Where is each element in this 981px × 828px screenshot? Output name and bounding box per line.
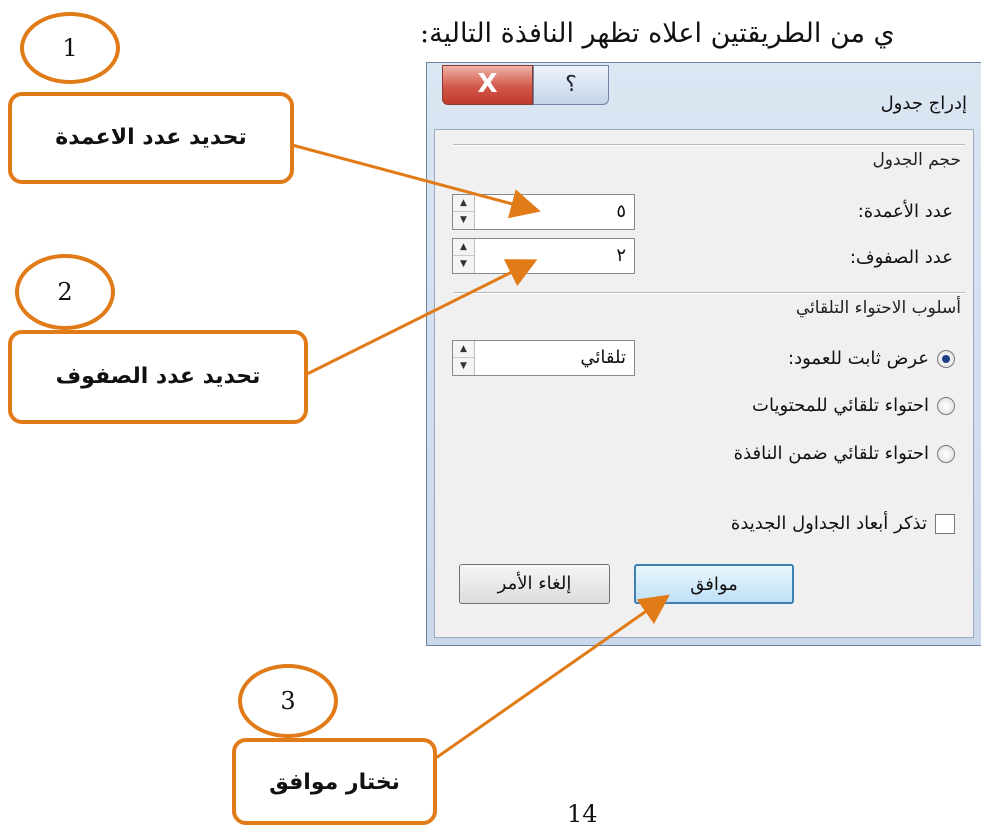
dialog-titlebar: X ؟ إدراج جدول: [427, 63, 981, 127]
rows-spinner[interactable]: ▲ ▼ ٢: [452, 238, 635, 274]
instruction-text: ي من الطريقتين اعلاه تظهر النافذة التالي…: [420, 18, 895, 49]
spin-arrows[interactable]: ▲ ▼: [453, 195, 475, 229]
autofit-window-label: احتواء تلقائي ضمن النافذة: [733, 443, 929, 464]
fixed-width-radio[interactable]: [937, 349, 955, 368]
fixed-width-label: عرض ثابت للعمود:: [788, 348, 929, 369]
columns-label: عدد الأعمدة:: [857, 201, 953, 222]
insert-table-dialog: X ؟ إدراج جدول حجم الجدول عدد الأعمدة: ▲…: [426, 62, 981, 646]
autofit-heading: أسلوب الاحتواء التلقائي: [795, 298, 961, 318]
columns-value: ٥: [616, 201, 626, 222]
autofit-contents-label: احتواء تلقائي للمحتويات: [752, 395, 929, 416]
spin-down-icon[interactable]: ▼: [453, 256, 474, 273]
spin-arrows[interactable]: ▲ ▼: [453, 341, 475, 375]
columns-spinner[interactable]: ▲ ▼ ٥: [452, 194, 635, 230]
section-divider: [453, 292, 965, 294]
column-width-spinner[interactable]: ▲ ▼ تلقائي: [452, 340, 635, 376]
callout-columns: تحديد عدد الاعمدة: [8, 92, 294, 184]
table-size-heading: حجم الجدول: [872, 150, 961, 170]
autofit-contents-radio[interactable]: [937, 396, 955, 415]
rows-label: عدد الصفوف:: [849, 247, 953, 268]
callout-number-2: 2: [15, 254, 115, 330]
callout-number-1: 1: [20, 12, 120, 84]
close-button[interactable]: X: [442, 65, 533, 105]
fixed-width-radio-row[interactable]: عرض ثابت للعمود:: [788, 348, 955, 369]
help-button[interactable]: ؟: [533, 65, 609, 105]
cancel-button[interactable]: إلغاء الأمر: [459, 564, 610, 604]
spin-down-icon[interactable]: ▼: [453, 212, 474, 229]
callout-number-3: 3: [238, 664, 338, 738]
callout-rows: تحديد عدد الصفوف: [8, 330, 308, 424]
ok-button[interactable]: موافق: [634, 564, 794, 604]
remember-dimensions-label: تذكر أبعاد الجداول الجديدة: [730, 513, 927, 534]
remember-dimensions-row[interactable]: تذكر أبعاد الجداول الجديدة: [731, 513, 955, 534]
remember-dimensions-checkbox[interactable]: [935, 513, 955, 534]
rows-value: ٢: [616, 245, 626, 266]
spin-up-icon[interactable]: ▲: [453, 195, 474, 212]
spin-up-icon[interactable]: ▲: [453, 341, 474, 358]
close-icon: X: [477, 69, 498, 99]
help-icon: ؟: [565, 72, 577, 97]
column-width-value: تلقائي: [580, 347, 626, 368]
callout-ok: نختار موافق: [232, 738, 437, 825]
section-divider: [453, 144, 965, 146]
spin-up-icon[interactable]: ▲: [453, 239, 474, 256]
autofit-contents-radio-row[interactable]: احتواء تلقائي للمحتويات: [752, 395, 955, 416]
dialog-title: إدراج جدول: [880, 93, 967, 114]
autofit-window-radio[interactable]: [937, 444, 955, 463]
spin-down-icon[interactable]: ▼: [453, 358, 474, 375]
dialog-body: حجم الجدول عدد الأعمدة: ▲ ▼ ٥ عدد الصفوف…: [434, 129, 974, 638]
page-number: 14: [567, 800, 598, 828]
autofit-window-radio-row[interactable]: احتواء تلقائي ضمن النافذة: [734, 443, 955, 464]
spin-arrows[interactable]: ▲ ▼: [453, 239, 475, 273]
